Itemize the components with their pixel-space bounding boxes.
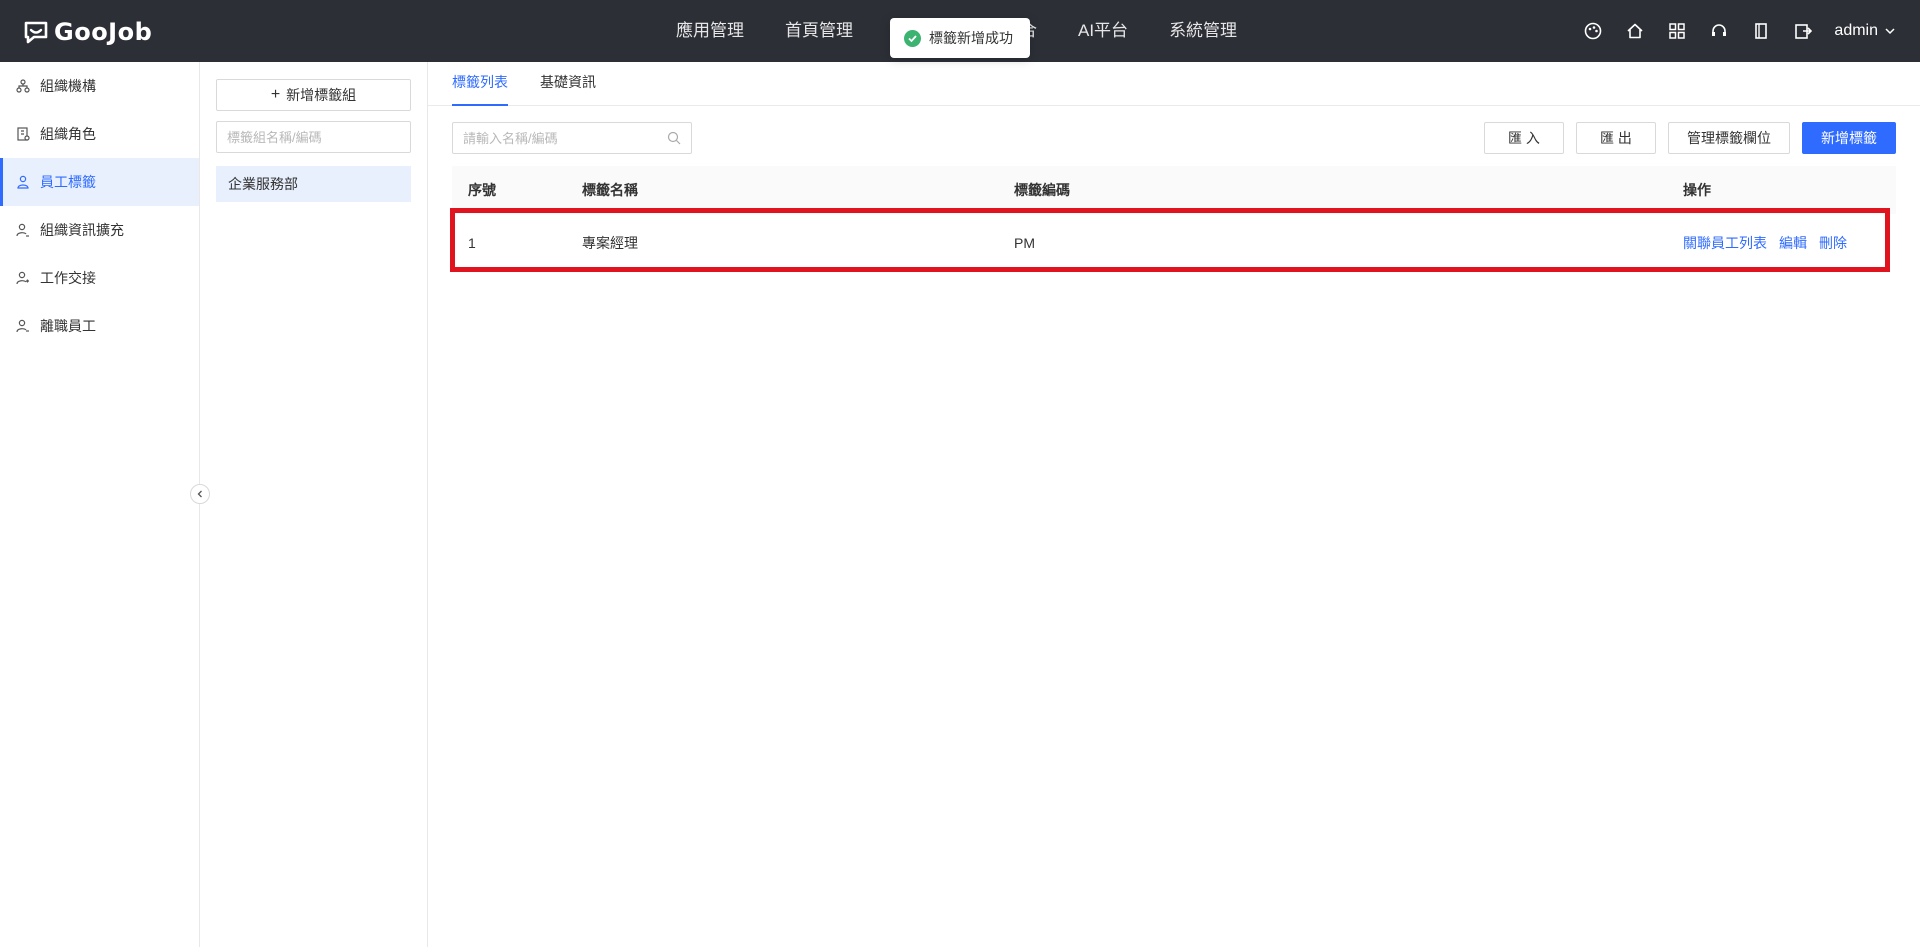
add-tag-group-button[interactable]: + 新增標籤組 <box>216 79 411 111</box>
header-toolbar: admin <box>1582 0 1896 62</box>
import-button[interactable]: 匯 入 <box>1484 122 1564 154</box>
sidebar-item-org-structure[interactable]: 組織機構 <box>0 62 199 110</box>
topnav-app-management[interactable]: 應用管理 <box>676 0 744 62</box>
topnav-ai-platform[interactable]: AI平台 <box>1078 0 1128 62</box>
user-edit-icon <box>16 223 30 237</box>
logo[interactable]: GooJob <box>24 18 152 46</box>
collapse-sidebar-button[interactable] <box>190 484 210 504</box>
sidebar-item-employee-tags[interactable]: 員工標籤 <box>0 158 199 206</box>
tag-group-search-input[interactable] <box>227 129 403 145</box>
user-leave-icon <box>16 319 30 333</box>
role-doc-icon <box>16 127 30 141</box>
sidebar-item-label: 員工標籤 <box>40 174 96 190</box>
user-menu[interactable]: admin <box>1834 22 1896 40</box>
success-toast: 標籤新增成功 <box>890 18 1030 58</box>
row-index: 1 <box>468 235 476 251</box>
tab-bar: 標籤列表 基礎資訊 <box>428 62 1920 106</box>
book-icon[interactable] <box>1750 20 1772 42</box>
sidebar-item-label: 工作交接 <box>40 270 96 286</box>
row-tag-code: PM <box>1014 235 1035 251</box>
add-tag-group-label: 新增標籤組 <box>286 87 357 103</box>
action-bar: 匯 入 匯 出 管理標籤欄位 新增標籤 <box>1484 122 1896 154</box>
header-index: 序號 <box>468 182 496 198</box>
tag-search-input[interactable] <box>463 130 667 146</box>
logo-text: GooJob <box>54 18 153 46</box>
logo-chat-icon <box>24 21 48 44</box>
sidebar-item-org-info-extension[interactable]: 組織資訊擴充 <box>0 206 199 254</box>
check-circle-icon <box>904 29 921 47</box>
sidebar-item-label: 組織角色 <box>40 126 96 142</box>
export-icon[interactable] <box>1792 20 1814 42</box>
tab-tag-list[interactable]: 標籤列表 <box>452 62 508 106</box>
add-tag-button[interactable]: 新增標籤 <box>1802 122 1896 154</box>
headset-icon[interactable] <box>1708 20 1730 42</box>
tag-table: 序號 標籤名稱 標籤編碼 操作 1 專案經理 PM 關聯員工列表 編輯 刪除 <box>450 166 1896 272</box>
table-header: 序號 標籤名稱 標籤編碼 操作 <box>452 166 1896 214</box>
row-actions: 關聯員工列表 編輯 刪除 <box>1683 233 1896 253</box>
delete-link[interactable]: 刪除 <box>1819 233 1847 253</box>
palette-icon[interactable] <box>1582 20 1604 42</box>
user-name: admin <box>1834 22 1878 39</box>
home-icon[interactable] <box>1624 20 1646 42</box>
user-tag-icon <box>16 175 30 189</box>
tag-group-item[interactable]: 企業服務部 <box>216 166 411 202</box>
header-tag-code: 標籤編碼 <box>1014 182 1070 198</box>
search-icon[interactable] <box>667 131 681 145</box>
tag-group-panel: + 新增標籤組 企業服務部 <box>200 62 428 947</box>
header-tag-name: 標籤名稱 <box>582 182 638 198</box>
row-tag-name: 專案經理 <box>582 235 638 251</box>
left-sidebar: 組織機構 組織角色 員工標籤 組織資訊擴充 工作交接 離職員工 <box>0 62 200 947</box>
sidebar-item-org-roles[interactable]: 組織角色 <box>0 110 199 158</box>
sidebar-item-label: 組織機構 <box>40 78 96 94</box>
export-button[interactable]: 匯 出 <box>1576 122 1656 154</box>
topnav-home-management[interactable]: 首頁管理 <box>785 0 853 62</box>
related-employees-link[interactable]: 關聯員工列表 <box>1683 233 1767 253</box>
toast-message: 標籤新增成功 <box>929 30 1013 46</box>
grid-icon[interactable] <box>1666 20 1688 42</box>
table-row: 1 專案經理 PM 關聯員工列表 編輯 刪除 <box>450 208 1896 272</box>
sidebar-item-resigned-employees[interactable]: 離職員工 <box>0 302 199 350</box>
chevron-left-icon <box>197 490 202 498</box>
tag-group-search <box>216 121 411 153</box>
plus-icon: + <box>270 86 281 103</box>
sidebar-item-work-handover[interactable]: 工作交接 <box>0 254 199 302</box>
manage-tag-fields-button[interactable]: 管理標籤欄位 <box>1668 122 1790 154</box>
sidebar-item-label: 組織資訊擴充 <box>40 222 124 238</box>
main-content: 標籤列表 基礎資訊 匯 入 匯 出 管理標籤欄位 新增標籤 序號 標籤名稱 標籤… <box>428 62 1920 947</box>
edit-link[interactable]: 編輯 <box>1779 233 1807 253</box>
tab-basic-info[interactable]: 基礎資訊 <box>540 62 596 106</box>
user-transfer-icon <box>16 271 30 285</box>
tag-search <box>452 122 692 154</box>
chevron-down-icon <box>1885 28 1895 35</box>
topnav-system-management[interactable]: 系統管理 <box>1169 0 1237 62</box>
header-actions: 操作 <box>1683 182 1711 198</box>
sidebar-item-label: 離職員工 <box>40 318 96 334</box>
org-chart-icon <box>16 79 30 93</box>
